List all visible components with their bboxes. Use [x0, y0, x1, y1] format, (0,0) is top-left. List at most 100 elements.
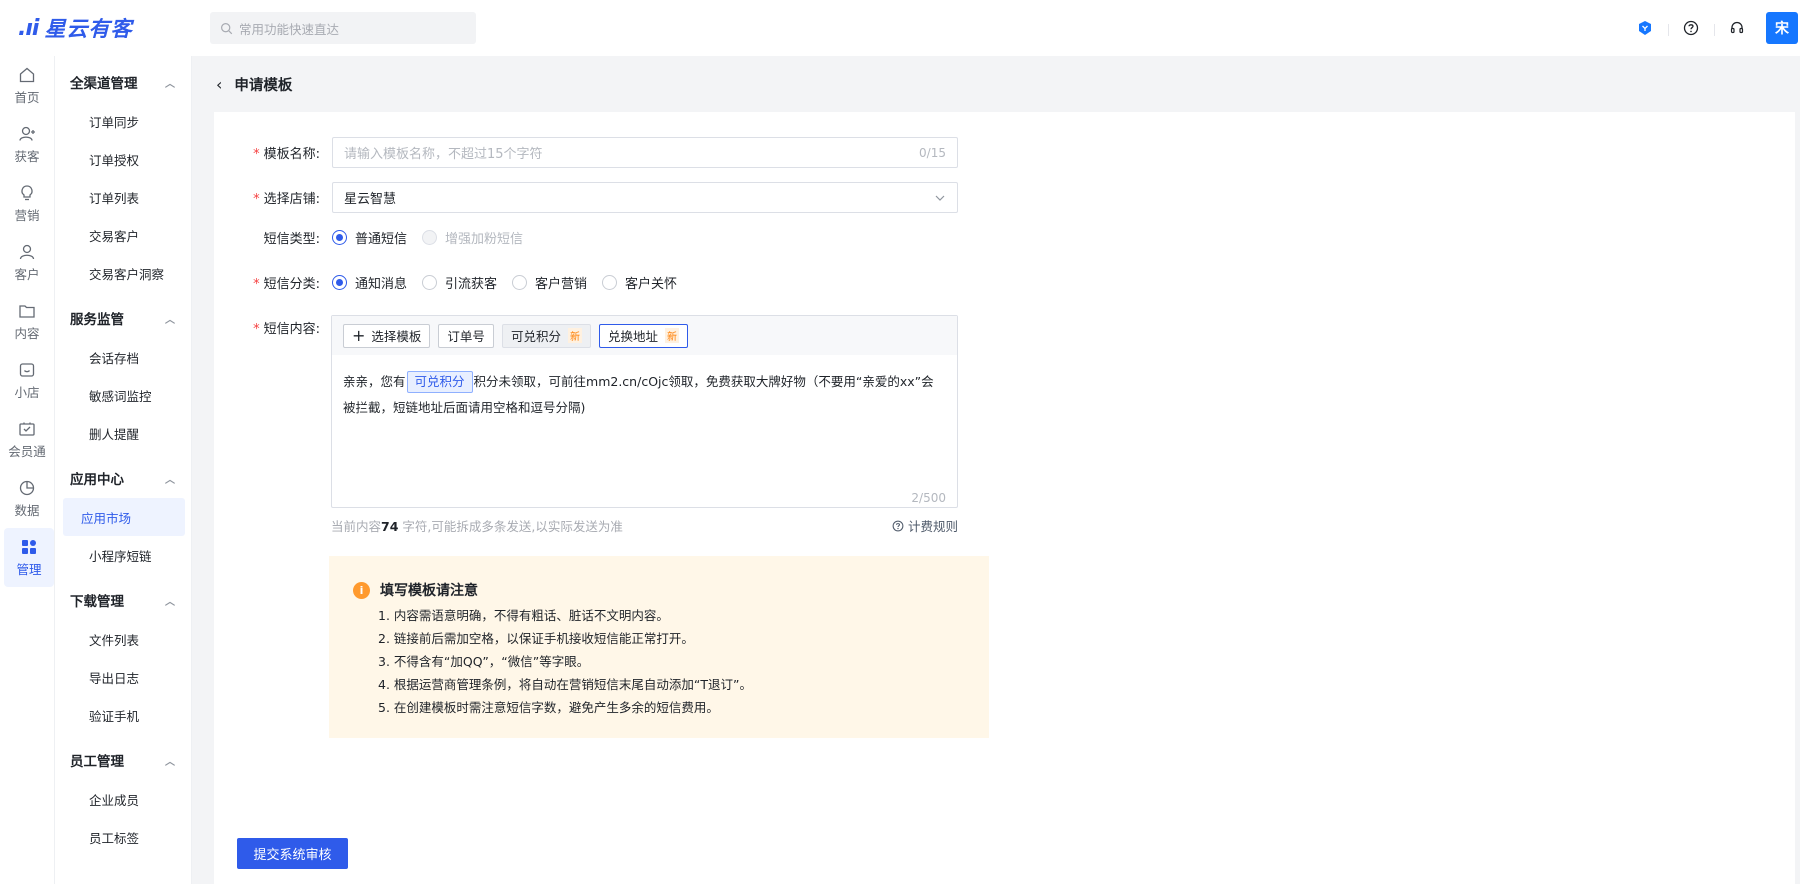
insert-points-button[interactable]: 可兑积分新	[501, 323, 591, 348]
person-icon	[19, 244, 35, 259]
logo-mark: .ıi	[18, 15, 39, 41]
rail-item-manage[interactable]: 管理	[4, 528, 54, 587]
sms-type-radio-group: 普通短信 增强加粉短信	[332, 228, 538, 247]
page-title: 申请模板	[234, 77, 293, 94]
rail-item-marketing[interactable]: 营销	[0, 174, 54, 233]
group-channel[interactable]: 全渠道管理 ︿	[55, 62, 191, 102]
insert-order-no-button[interactable]: 订单号	[438, 323, 494, 348]
pie-chart-icon	[19, 480, 35, 495]
group-apps[interactable]: 应用中心 ︿	[55, 458, 191, 498]
radio-marketing[interactable]: 客户营销	[512, 273, 587, 292]
notice-item: 5. 在创建模板时需注意短信字数，避免产生多余的短信费用。	[378, 700, 719, 715]
template-name-label: * 模板名称:	[253, 147, 320, 162]
rail-item-customer[interactable]: 客户	[0, 233, 54, 292]
top-bar: .ıi 星云有客 常用功能快速直达 宋	[0, 0, 1800, 56]
radio-normal-sms[interactable]: 普通短信	[332, 228, 407, 247]
template-name-row: * 模板名称: 请输入模板名称，不超过15个字符 0/15	[236, 137, 958, 168]
select-template-button[interactable]: + 选择模板	[343, 323, 431, 348]
sidebar-item-members[interactable]: 企业成员	[63, 780, 185, 818]
secondary-sidebar: 全渠道管理 ︿ 订单同步 订单授权 订单列表 交易客户 交易客户洞察 服务监管 ︿ …	[55, 56, 192, 884]
sidebar-item-sensitive-words[interactable]: 敏感词监控	[63, 376, 185, 414]
radio-enhanced-sms: 增强加粉短信	[422, 228, 523, 247]
new-badge: 新	[567, 328, 582, 343]
editor-text[interactable]: 亲亲，您有 可兑积分 积分未领取，可前往mm2.cn/cOjc领取，免费获取大牌好物…	[332, 355, 957, 421]
logo-text: 星云有客	[44, 17, 133, 41]
group-title: 员工管理	[70, 754, 124, 770]
avatar[interactable]: 宋	[1766, 12, 1798, 44]
insert-address-button[interactable]: 兑换地址新	[598, 323, 688, 348]
search-input[interactable]: 常用功能快速直达	[210, 12, 476, 44]
notice-item: 4. 根据运营商管理条例，将自动在营销短信末尾自动添加“T退订”。	[378, 677, 752, 692]
rail-item-shop[interactable]: 小店	[0, 351, 54, 410]
help-icon[interactable]	[1668, 20, 1714, 36]
search-placeholder: 常用功能快速直达	[239, 21, 340, 37]
new-badge: 新	[664, 328, 679, 343]
sidebar-item-order-auth[interactable]: 订单授权	[63, 140, 185, 178]
group-staff[interactable]: 员工管理 ︿	[55, 740, 191, 780]
group-title: 下载管理	[70, 594, 124, 610]
help-circle-icon	[892, 520, 904, 531]
rail-item-content[interactable]: 内容	[0, 292, 54, 351]
grid-icon	[22, 539, 36, 554]
rail-label: 营销	[14, 207, 40, 223]
billing-rule-link[interactable]: 计费规则	[892, 516, 958, 535]
form-card: * 模板名称: 请输入模板名称，不超过15个字符 0/15 * 选择店铺: 星云智慧…	[214, 112, 1795, 884]
group-title: 应用中心	[70, 472, 124, 488]
chevron-up-icon: ︿	[165, 596, 175, 608]
chevron-up-icon: ︿	[165, 756, 175, 768]
rail-item-acquire[interactable]: 获客	[0, 115, 54, 174]
content-text: 亲亲，您有	[343, 374, 406, 389]
notice-item: 3. 不得含有“加QQ”，“微信”等字眼。	[378, 654, 590, 669]
category-radio-group: 通知消息 引流获客 客户营销 客户关怀	[332, 273, 692, 292]
rail-item-member[interactable]: 会员通	[0, 410, 54, 469]
group-downloads[interactable]: 下载管理 ︿	[55, 580, 191, 620]
radio-acquire[interactable]: 引流获客	[422, 273, 497, 292]
editor-toolbar: + 选择模板 订单号 可兑积分新 兑换地址新	[332, 316, 957, 355]
brand-logo[interactable]: .ıi 星云有客	[18, 13, 188, 43]
sidebar-item-delete-alert[interactable]: 删人提醒	[63, 414, 185, 452]
rail-label: 小店	[14, 384, 40, 400]
sidebar-item-miniapp-link[interactable]: 小程序短链	[63, 536, 185, 574]
sidebar-item-export-log[interactable]: 导出日志	[63, 658, 185, 696]
sidebar-item-order-sync[interactable]: 订单同步	[63, 102, 185, 140]
member-icon	[19, 422, 35, 436]
rail-item-data[interactable]: 数据	[0, 469, 54, 528]
sidebar-item-verify-phone[interactable]: 验证手机	[63, 696, 185, 734]
store-select[interactable]: 星云智慧	[332, 182, 958, 213]
char-count-hint: 当前内容74 字符,可能拆成多条发送,以实际发送为准	[331, 519, 623, 534]
content-row: * 短信内容:	[236, 318, 332, 337]
store-label: * 选择店铺:	[253, 192, 320, 207]
template-name-count: 0/15	[919, 145, 946, 160]
sidebar-item-trade-customers[interactable]: 交易客户	[63, 216, 185, 254]
content-label: * 短信内容:	[253, 322, 320, 337]
bulb-icon	[21, 184, 33, 200]
back-arrow-icon[interactable]: ‹	[216, 75, 222, 94]
radio-notification[interactable]: 通知消息	[332, 273, 407, 292]
sidebar-item-app-market[interactable]: 应用市场	[63, 498, 185, 536]
sidebar-item-file-list[interactable]: 文件列表	[63, 620, 185, 658]
primary-rail: 首页 获客 营销 客户 内容 小店 会员通 数据 管理	[0, 56, 55, 884]
rail-item-home[interactable]: 首页	[0, 56, 54, 115]
chevron-up-icon: ︿	[165, 474, 175, 486]
variable-tag-points[interactable]: 可兑积分	[406, 371, 473, 393]
content-hint: 当前内容74 字符,可能拆成多条发送,以实际发送为准 计费规则	[331, 516, 958, 535]
group-service[interactable]: 服务监管 ︿	[55, 298, 191, 338]
headset-icon[interactable]	[1714, 20, 1760, 36]
sidebar-item-order-list[interactable]: 订单列表	[63, 178, 185, 216]
sidebar-item-chat-archive[interactable]: 会话存档	[63, 338, 185, 376]
rail-label: 会员通	[8, 443, 46, 459]
template-name-input[interactable]: 请输入模板名称，不超过15个字符 0/15	[332, 137, 958, 168]
radio-care[interactable]: 客户关怀	[602, 273, 677, 292]
page-header: ‹ 申请模板	[192, 56, 1800, 112]
sidebar-item-staff-tags[interactable]: 员工标签	[63, 818, 185, 856]
sms-content-editor[interactable]: + 选择模板 订单号 可兑积分新 兑换地址新 亲亲，您有 可兑积分 积分未领取，可前往…	[331, 315, 958, 508]
sms-type-row: 短信类型: 普通短信 增强加粉短信	[236, 228, 538, 247]
rail-label: 管理	[16, 561, 42, 577]
shield-badge-icon[interactable]	[1622, 20, 1668, 36]
chevron-down-icon	[935, 195, 945, 201]
group-title: 服务监管	[70, 312, 124, 328]
sms-type-label: 短信类型:	[263, 232, 320, 247]
category-row: * 短信分类: 通知消息 引流获客 客户营销 客户关怀	[236, 273, 692, 292]
submit-review-button[interactable]: 提交系统审核	[237, 838, 348, 869]
sidebar-item-customer-insight[interactable]: 交易客户洞察	[63, 254, 185, 292]
